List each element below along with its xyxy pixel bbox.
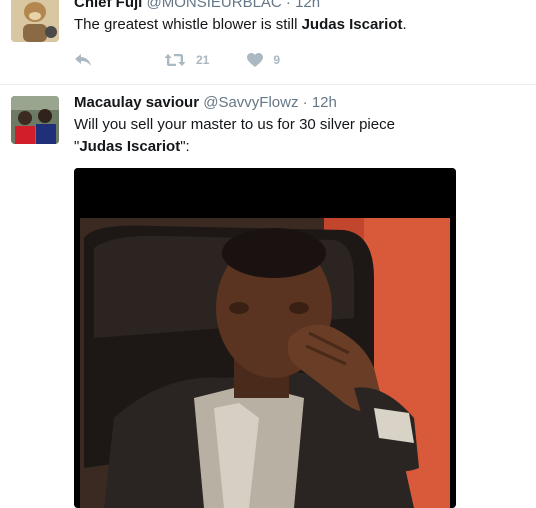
like-button[interactable]: 9	[247, 53, 280, 67]
tweet-text-bold: Judas Iscariot	[79, 138, 181, 155]
separator: ·	[285, 0, 291, 11]
reply-button[interactable]	[74, 53, 92, 67]
user-handle[interactable]: @MONSIEURBLAC	[147, 0, 282, 11]
reply-icon	[75, 54, 91, 66]
tweet-text: The greatest whistle blower is still Jud…	[74, 14, 514, 36]
tweet-text-part: Will you sell your master to us for 30 s…	[74, 116, 395, 133]
tweet-text-part: .	[402, 16, 407, 33]
retweet-icon	[164, 54, 186, 66]
tweet-media-image[interactable]	[74, 168, 456, 508]
heart-icon	[247, 53, 264, 67]
tweet-text-part: The greatest whistle blower is still	[74, 16, 302, 33]
retweet-count: 21	[196, 53, 210, 67]
tweet-header: Chief Fuji @MONSIEURBLAC · 12h	[74, 0, 320, 13]
tweet[interactable]: Macaulay saviour @SavvyFlowz · 12h Will …	[0, 85, 536, 508]
user-handle[interactable]: @SavvyFlowz	[203, 94, 298, 111]
tweet-text-part: ":	[180, 138, 190, 155]
retweet-button[interactable]: 21	[164, 53, 209, 67]
tweet-text-bold: Judas Iscariot	[301, 16, 403, 33]
timestamp[interactable]: 12h	[312, 94, 337, 111]
avatar[interactable]	[11, 96, 59, 144]
tweet-actions: 21 9	[74, 50, 280, 70]
tweet-text: Will you sell your master to us for 30 s…	[74, 114, 514, 158]
timestamp[interactable]: 12h	[295, 0, 320, 11]
avatar[interactable]	[11, 0, 59, 42]
tweet[interactable]: Chief Fuji @MONSIEURBLAC · 12h The great…	[0, 0, 536, 85]
like-count: 9	[273, 53, 281, 67]
separator: ·	[302, 94, 308, 111]
tweet-header: Macaulay saviour @SavvyFlowz · 12h	[74, 93, 337, 113]
display-name[interactable]: Chief Fuji	[74, 0, 142, 11]
display-name[interactable]: Macaulay saviour	[74, 94, 199, 111]
